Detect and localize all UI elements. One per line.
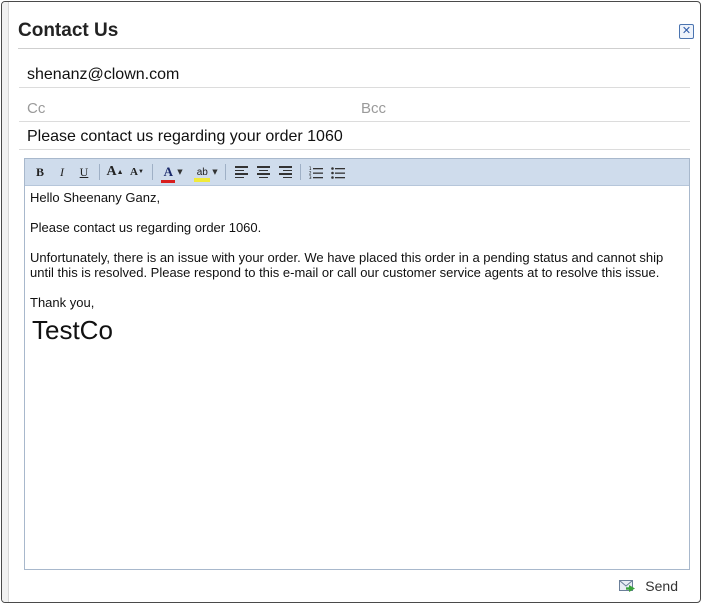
font-size-increase-icon[interactable]: A ▲ [104,162,126,182]
toolbar-separator [225,164,226,180]
to-field[interactable] [19,62,690,88]
font-size-decrease-icon[interactable]: A ▼ [126,162,148,182]
send-label: Send [645,578,678,594]
unordered-list-icon[interactable] [327,162,349,182]
highlight-glyph: ab [194,167,211,182]
contact-dialog: Contact Us ✕ B I U A▲ A▼ A▼ ab▼ [1,1,701,603]
send-icon [619,580,636,592]
chevron-down-icon: ▼ [212,168,218,176]
font-size-decrease-glyph: A [130,166,138,178]
close-icon[interactable]: ✕ [679,24,694,39]
align-right-icon[interactable] [274,162,296,182]
message-editor: B I U A ▲ A ▼ A ▼ ab ▼ 1 2 3 Hello Sheen… [24,158,690,570]
align-left-icon[interactable] [230,162,252,182]
dialog-title: Contact Us [18,20,119,41]
align-center-icon[interactable] [252,162,274,182]
send-button[interactable]: Send [619,578,678,594]
toolbar-separator [152,164,153,180]
message-greeting: Hello Sheenany Ganz, [30,190,161,205]
font-size-increase-glyph: A [106,164,117,179]
bcc-field[interactable] [353,96,690,122]
font-color-icon[interactable]: A ▼ [157,162,187,183]
chevron-down-icon: ▼ [177,168,183,176]
highlight-icon[interactable]: ab ▼ [191,162,221,182]
subject-field[interactable] [19,124,690,150]
message-line-2: Unfortunately, there is an issue with yo… [30,250,664,280]
editor-toolbar: B I U A ▲ A ▼ A ▼ ab ▼ 1 2 3 [25,159,689,186]
message-body[interactable]: Hello Sheenany Ganz, Please contact us r… [25,186,689,348]
ordered-list-icon[interactable]: 123 [305,162,327,182]
italic-icon[interactable]: I [51,162,73,182]
message-closing: Thank you, [30,295,95,310]
underline-icon[interactable]: U [73,162,95,182]
font-color-glyph: A [161,164,176,183]
message-line-1: Please contact us regarding order 1060. [30,220,262,235]
cc-field[interactable] [19,96,354,122]
message-signature: TestCo [32,315,113,345]
bold-icon[interactable]: B [29,162,51,182]
svg-text:3: 3 [309,175,312,179]
dialog-left-edge [2,2,9,602]
dialog-titlebar: Contact Us ✕ [18,14,694,49]
toolbar-separator [99,164,100,180]
toolbar-separator [300,164,301,180]
